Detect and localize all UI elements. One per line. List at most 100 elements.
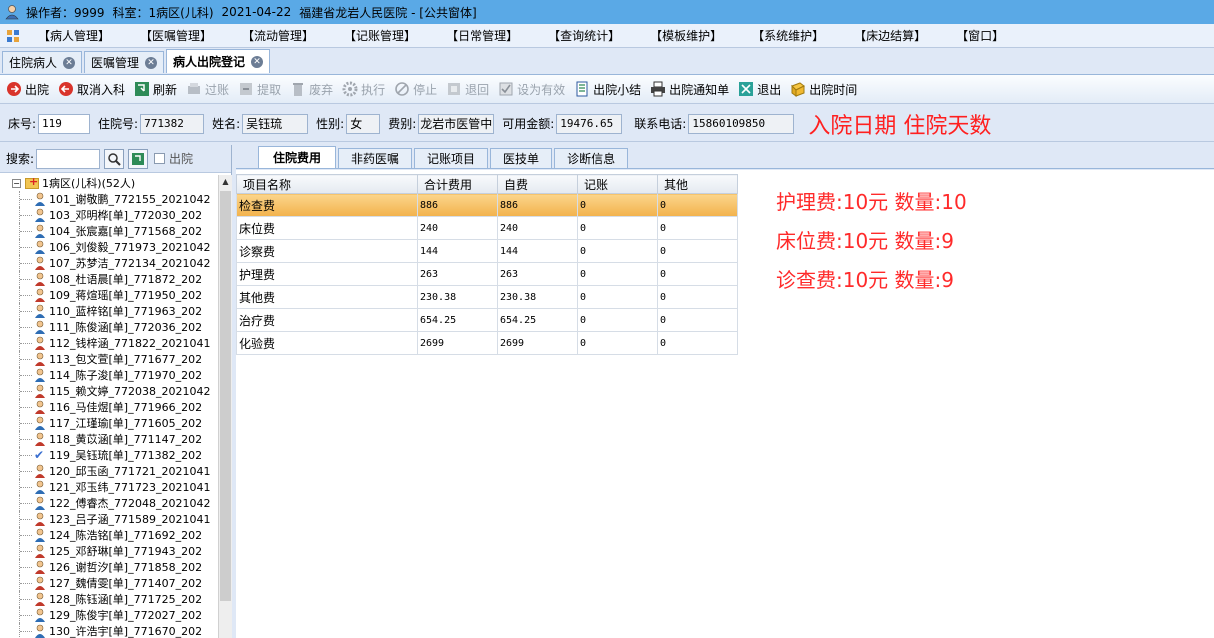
- tab-non-drug-orders[interactable]: 非药医嘱: [338, 148, 413, 168]
- tree-patient-item[interactable]: 115_赖文婷_772038_2021042: [0, 383, 218, 399]
- fee-type-field[interactable]: 龙岩市医管中: [418, 113, 495, 134]
- tree-patient-item[interactable]: 110_蓝梓铭[单]_771963_202: [0, 303, 218, 319]
- refresh-button[interactable]: 刷新: [134, 81, 177, 98]
- tree-patient-item[interactable]: 123_吕子涵_771589_2021041: [0, 511, 218, 527]
- column-header[interactable]: 项目名称: [236, 174, 418, 194]
- tree-patient-item[interactable]: 121_邓玉纬_771723_2021041: [0, 479, 218, 495]
- tab-inpatient-fees[interactable]: 住院费用: [258, 146, 337, 168]
- tab-discharge-registration[interactable]: 病人出院登记 ✕: [166, 49, 271, 73]
- male-patient-icon: [35, 496, 45, 510]
- return-button[interactable]: 退回: [446, 81, 489, 98]
- table-cell: 240: [497, 216, 578, 240]
- table-row[interactable]: 治疗费 654.25 654.25 0 0: [236, 308, 738, 332]
- tree-root-ward[interactable]: − 1病区(儿科)(52人): [0, 175, 218, 191]
- tree-patient-item[interactable]: 107_苏梦洁_772134_2021042: [0, 255, 218, 271]
- extract-button[interactable]: 提取: [238, 81, 281, 98]
- tab-medical-tech-orders[interactable]: 医技单: [490, 148, 553, 168]
- exit-button[interactable]: 退出: [738, 81, 781, 98]
- menu-bedside-settlement[interactable]: 【床边结算】: [854, 27, 926, 44]
- tab-order-management[interactable]: 医嘱管理 ✕: [84, 51, 165, 73]
- return-icon: [448, 83, 461, 95]
- tree-patient-item[interactable]: 111_陈俊涵[单]_772036_202: [0, 319, 218, 335]
- table-row[interactable]: 其他费 230.38 230.38 0 0: [236, 285, 738, 309]
- tree-patient-item[interactable]: 116_马佳煜[单]_771966_202: [0, 399, 218, 415]
- post-button[interactable]: 过账: [186, 81, 229, 98]
- annotation-note: 护理费:10元 数量:10: [776, 190, 967, 214]
- column-header[interactable]: 合计费用: [417, 174, 498, 194]
- set-valid-button[interactable]: 设为有效: [498, 81, 565, 98]
- tree-patient-item[interactable]: ✔ 119_吴钰琉[单]_771382_202: [0, 447, 218, 463]
- tree-patient-item[interactable]: 126_谢哲汐[单]_771858_202: [0, 559, 218, 575]
- discharge-notice-button[interactable]: 出院通知单: [650, 81, 729, 98]
- balance-field[interactable]: 19476.65: [556, 113, 623, 134]
- tree-patient-item[interactable]: 128_陈钰涵[单]_771725_202: [0, 591, 218, 607]
- discharged-checkbox[interactable]: [154, 153, 166, 164]
- menu-order-management[interactable]: 【医嘱管理】: [140, 27, 212, 44]
- tree-patient-item[interactable]: 130_许浩宇[单]_771670_202: [0, 623, 218, 638]
- tree-patient-item[interactable]: 129_陈俊宇[单]_772027_202: [0, 607, 218, 623]
- tree-patient-item[interactable]: 120_邱玉函_771721_2021041: [0, 463, 218, 479]
- table-cell: 2699: [497, 331, 578, 355]
- tree-patient-item[interactable]: 117_江瑾瑜[单]_771605_202: [0, 415, 218, 431]
- table-row[interactable]: 护理费 263 263 0 0: [236, 262, 738, 286]
- table-row[interactable]: 诊察费 144 144 0 0: [236, 239, 738, 263]
- column-header[interactable]: 自费: [497, 174, 578, 194]
- close-icon[interactable]: ✕: [63, 56, 76, 69]
- discard-button[interactable]: 废弃: [290, 81, 333, 98]
- close-icon[interactable]: ✕: [145, 56, 158, 69]
- fee-type-label: 费别:: [388, 117, 417, 131]
- name-field[interactable]: 吴钰琉: [242, 113, 309, 134]
- app-menu-icon[interactable]: [6, 29, 20, 43]
- tree-scrollbar[interactable]: ▲: [218, 175, 232, 638]
- refresh-tree-button[interactable]: [128, 148, 149, 169]
- tree-patient-item[interactable]: 114_陈子浚[单]_771970_202: [0, 367, 218, 383]
- menu-template-maintenance[interactable]: 【模板维护】: [650, 27, 722, 44]
- scroll-up-icon[interactable]: ▲: [219, 175, 232, 189]
- gender-field[interactable]: 女: [346, 113, 381, 134]
- tree-patient-item[interactable]: 106_刘俊毅_771973_2021042: [0, 239, 218, 255]
- menu-flow-management[interactable]: 【流动管理】: [242, 27, 314, 44]
- menu-patient-management[interactable]: 【病人管理】: [38, 27, 110, 44]
- column-header[interactable]: 其他: [657, 174, 738, 194]
- tree-patient-item[interactable]: 122_傅睿杰_772048_2021042: [0, 495, 218, 511]
- discharge-summary-button[interactable]: 出院小结: [574, 81, 641, 98]
- menu-system-maintenance[interactable]: 【系统维护】: [752, 27, 824, 44]
- column-header[interactable]: 记账: [577, 174, 658, 194]
- tree-patient-item[interactable]: 108_杜语晨[单]_771872_202: [0, 271, 218, 287]
- tab-diagnosis-info[interactable]: 诊断信息: [554, 148, 629, 168]
- menu-daily-management[interactable]: 【日常管理】: [446, 27, 518, 44]
- tree-patient-item[interactable]: 112_钱梓涵_771822_2021041: [0, 335, 218, 351]
- discharge-button[interactable]: 出院: [6, 81, 49, 98]
- table-row[interactable]: 床位费 240 240 0 0: [236, 216, 738, 240]
- tree-patient-item[interactable]: 101_谢敬鹏_772155_2021042: [0, 191, 218, 207]
- table-cell: 0: [657, 239, 738, 263]
- tree-patient-item[interactable]: 124_陈浩铭[单]_771692_202: [0, 527, 218, 543]
- phone-field[interactable]: 15860109850: [688, 113, 795, 134]
- search-input[interactable]: [36, 148, 101, 169]
- tab-inpatients[interactable]: 住院病人 ✕: [2, 51, 83, 73]
- tree-patient-item[interactable]: 113_包文萱[单]_771677_202: [0, 351, 218, 367]
- tab-accounting-items[interactable]: 记账项目: [414, 148, 489, 168]
- close-icon[interactable]: ✕: [251, 55, 264, 68]
- tree-patient-item[interactable]: 118_黄苡涵[单]_771147_202: [0, 431, 218, 447]
- tree-patient-item[interactable]: 104_张宸嘉[单]_771568_202: [0, 223, 218, 239]
- menu-query-statistics[interactable]: 【查询统计】: [548, 27, 620, 44]
- tree-patient-item[interactable]: 125_邓舒琳[单]_771943_202: [0, 543, 218, 559]
- inpatient-no-field[interactable]: 771382: [140, 113, 205, 134]
- scroll-thumb[interactable]: [220, 191, 231, 601]
- execute-button[interactable]: 执行: [342, 81, 385, 98]
- cancel-admit-button[interactable]: 取消入科: [58, 81, 125, 98]
- tree-patient-item[interactable]: 103_邓明桦[单]_772030_202: [0, 207, 218, 223]
- table-row[interactable]: 检查费 886 886 0 0: [236, 193, 738, 217]
- stop-button[interactable]: 停止: [394, 81, 437, 98]
- discharge-time-button[interactable]: 出院时间: [790, 81, 857, 98]
- table-row[interactable]: 化验费 2699 2699 0 0: [236, 331, 738, 355]
- search-button[interactable]: [104, 148, 125, 169]
- bed-field[interactable]: 119: [38, 113, 91, 134]
- menu-accounting-management[interactable]: 【记账管理】: [344, 27, 416, 44]
- tree-patient-item[interactable]: 109_蒋煊瑶[单]_771950_202: [0, 287, 218, 303]
- collapse-icon[interactable]: −: [12, 178, 21, 188]
- tree-patient-item[interactable]: 127_魏倩雯[单]_771407_202: [0, 575, 218, 591]
- table-cell: 886: [497, 193, 578, 217]
- menu-window[interactable]: 【窗口】: [956, 27, 1004, 44]
